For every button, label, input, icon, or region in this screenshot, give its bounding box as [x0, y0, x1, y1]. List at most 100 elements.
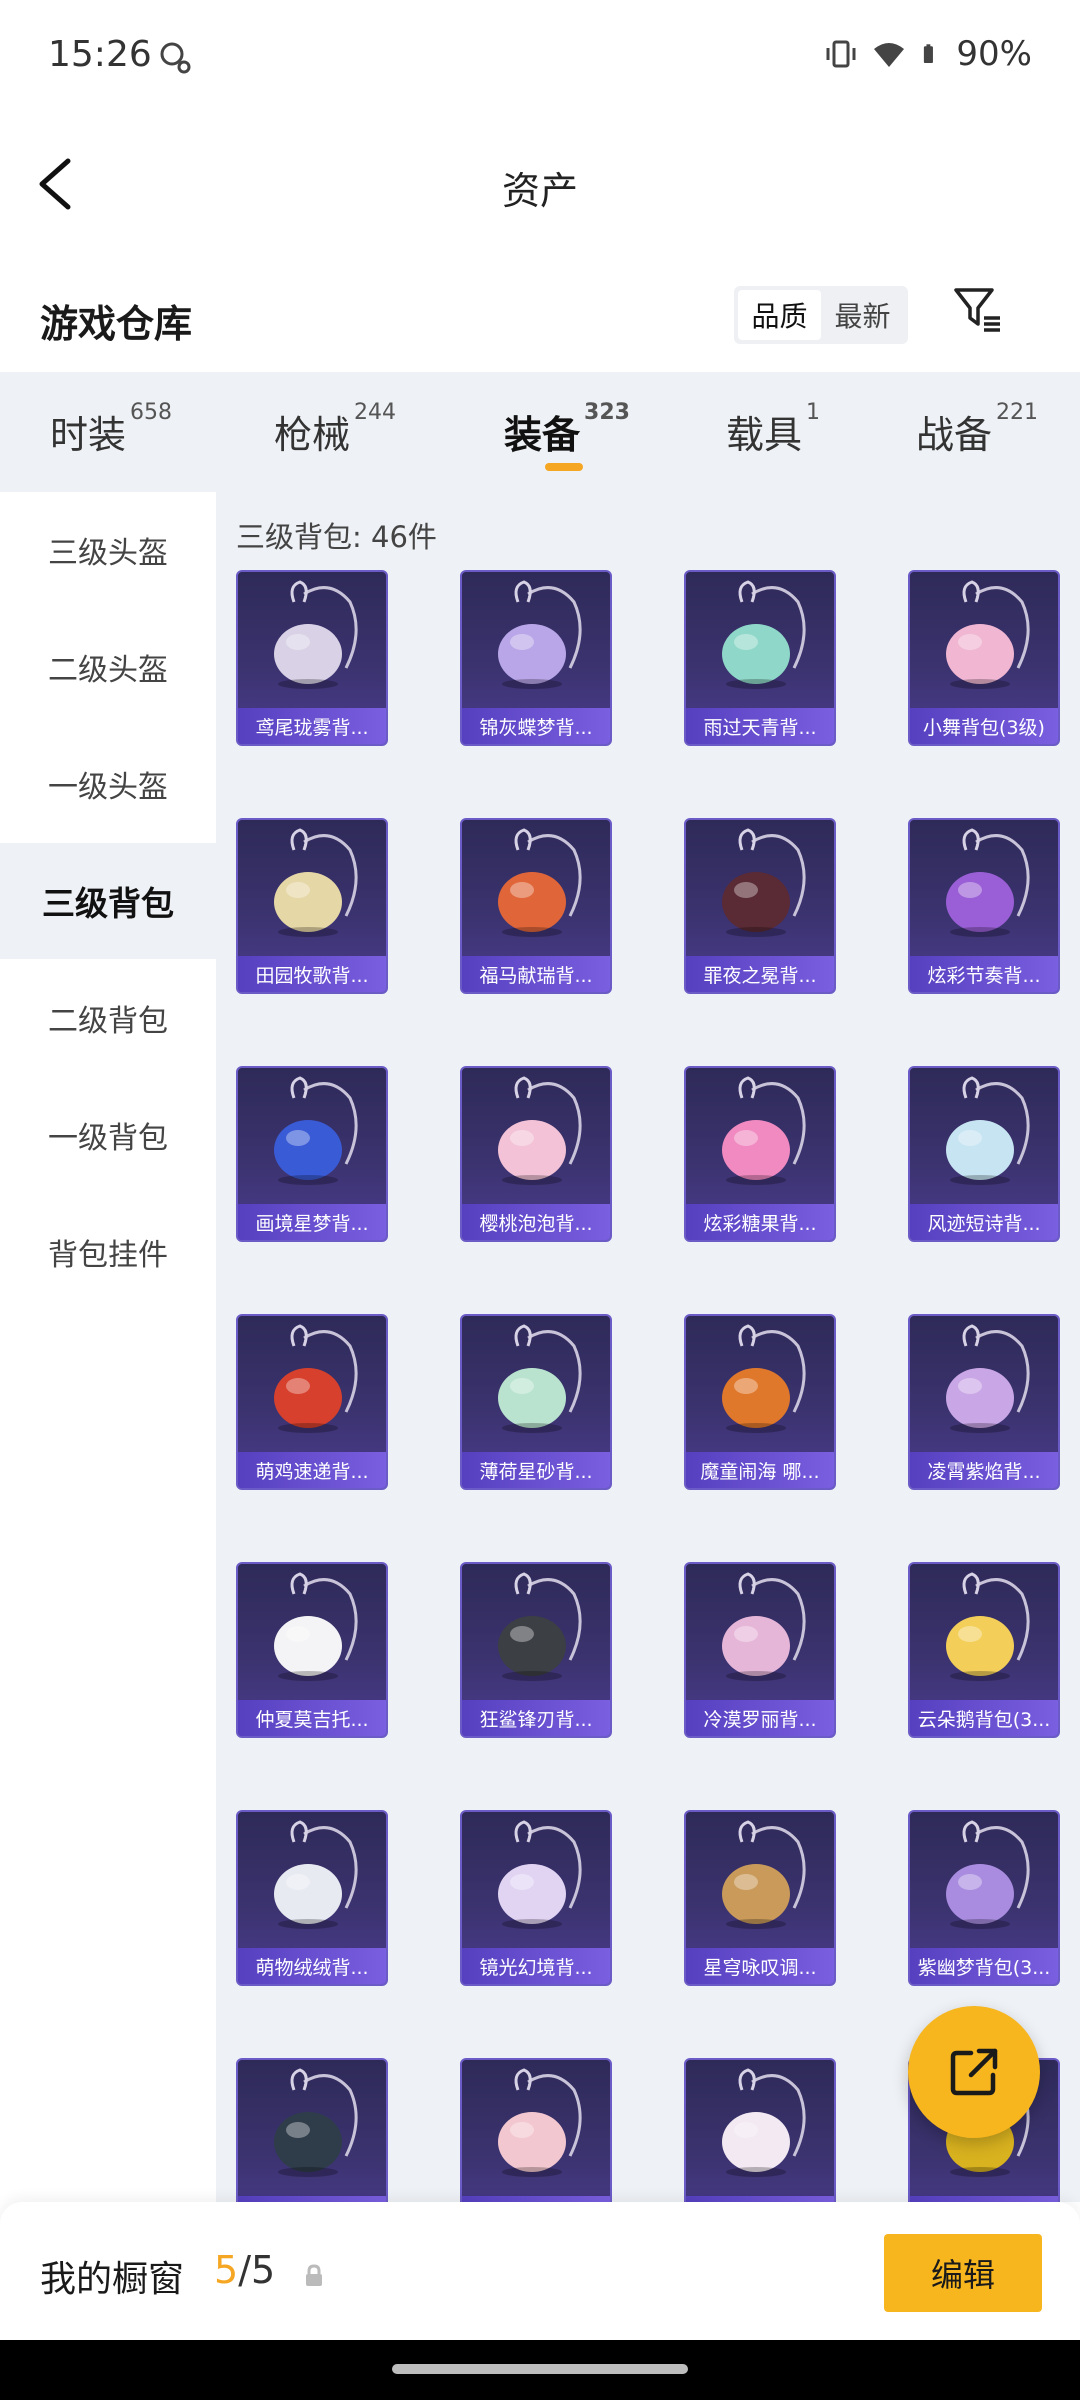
- backpack-image-icon: [722, 1076, 806, 1185]
- sidebar-item-backpack-3[interactable]: 三级背包: [0, 843, 216, 959]
- backpack-name: 鸢尾珑雾背...: [238, 708, 386, 744]
- tab-label: 枪械: [274, 413, 351, 457]
- backpack-name: 风迹短诗背...: [910, 1204, 1058, 1240]
- backpack-name: 冷漠罗丽背...: [686, 1700, 834, 1736]
- backpack-card[interactable]: 福马献瑞背...: [460, 818, 612, 994]
- category-tabs: 时装658 枪械244 装备323 载具1 战备221: [0, 372, 1080, 492]
- backpack-name: 萌物绒绒背...: [238, 1948, 386, 1984]
- backpack-card[interactable]: 仲夏莫吉托...: [236, 1562, 388, 1738]
- backpack-name: 薄荷星砂背...: [462, 1452, 610, 1488]
- backpack-image-icon: [274, 1572, 358, 1681]
- tab-guns[interactable]: 枪械244: [274, 400, 396, 459]
- backpack-name: 炫彩节奏背...: [910, 956, 1058, 992]
- backpack-card[interactable]: 狂鲨锋刃背...: [460, 1562, 612, 1738]
- backpack-card[interactable]: 凌霄紫焰背...: [908, 1314, 1060, 1490]
- backpack-card[interactable]: 风迹短诗背...: [908, 1066, 1060, 1242]
- edit-button[interactable]: 编辑: [884, 2234, 1042, 2312]
- sidebar-item-helmet-3[interactable]: 三级头盔: [0, 492, 216, 608]
- showcase-label: 我的橱窗: [40, 2259, 185, 2300]
- backpack-image-icon: [274, 580, 358, 689]
- backpack-image-icon: [498, 2068, 582, 2177]
- showcase-count: 5/5: [214, 2248, 275, 2292]
- backpack-card[interactable]: 镜光幻境背...: [460, 1810, 612, 1986]
- backpack-name: 福马献瑞背...: [462, 956, 610, 992]
- backpack-image-icon: [274, 1820, 358, 1929]
- backpack-name: 萌鸡速递背...: [238, 1452, 386, 1488]
- backpack-card[interactable]: 锦灰蝶梦背...: [460, 570, 612, 746]
- backpack-card[interactable]: 炫彩糖果背...: [684, 1066, 836, 1242]
- backpack-image-icon: [274, 2068, 358, 2177]
- backpack-card[interactable]: 冷漠罗丽背...: [684, 1562, 836, 1738]
- sort-quality-button[interactable]: 品质: [738, 290, 821, 340]
- backpack-name: 仲夏莫吉托...: [238, 1700, 386, 1736]
- backpack-card[interactable]: [460, 2058, 612, 2202]
- backpack-card[interactable]: 萌鸡速递背...: [236, 1314, 388, 1490]
- backpack-name: 魔童闹海 哪...: [686, 1452, 834, 1488]
- backpack-image-icon: [946, 828, 1030, 937]
- top-bar: 资产: [0, 115, 1080, 250]
- backpack-image-icon: [722, 828, 806, 937]
- backpack-image-icon: [946, 1076, 1030, 1185]
- tab-equipment[interactable]: 装备323: [504, 400, 630, 459]
- tab-label: 战备: [916, 413, 993, 457]
- filter-icon[interactable]: [952, 284, 1004, 336]
- backpack-image-icon: [498, 1076, 582, 1185]
- sort-newest-button[interactable]: 最新: [821, 290, 904, 340]
- backpack-image-icon: [722, 1324, 806, 1433]
- vibrate-icon: [826, 40, 856, 68]
- backpack-card[interactable]: 雨过天青背...: [684, 570, 836, 746]
- tab-fashion[interactable]: 时装658: [50, 400, 172, 459]
- backpack-card[interactable]: 炫彩节奏背...: [908, 818, 1060, 994]
- backpack-image-icon: [274, 1076, 358, 1185]
- backpack-card[interactable]: 薄荷星砂背...: [460, 1314, 612, 1490]
- share-button[interactable]: [908, 2006, 1040, 2138]
- sidebar-item-backpack-2[interactable]: 二级背包: [0, 960, 216, 1076]
- backpack-card[interactable]: 樱桃泡泡背...: [460, 1066, 612, 1242]
- backpack-card[interactable]: 星穹咏叹调...: [684, 1810, 836, 1986]
- backpack-card[interactable]: 罪夜之冕背...: [684, 818, 836, 994]
- sidebar-item-helmet-2[interactable]: 二级头盔: [0, 609, 216, 725]
- backpack-card[interactable]: 魔童闹海 哪...: [684, 1314, 836, 1490]
- backpack-image-icon: [274, 828, 358, 937]
- battery-level: 90%: [956, 34, 1032, 74]
- sort-toggle: 品质 最新: [734, 286, 908, 344]
- battery-icon: [924, 44, 934, 64]
- status-bar: 15:26 90%: [0, 0, 1080, 115]
- backpack-card[interactable]: 鸢尾珑雾背...: [236, 570, 388, 746]
- backpack-name: 星穹咏叹调...: [686, 1948, 834, 1984]
- backpack-name: 云朵鹅背包(3...: [910, 1700, 1058, 1736]
- backpack-card[interactable]: 小舞背包(3级): [908, 570, 1060, 746]
- tab-count: 244: [354, 400, 397, 425]
- backpack-image-icon: [498, 1820, 582, 1929]
- backpack-image-icon: [498, 580, 582, 689]
- showcase-count-current: 5: [214, 2248, 239, 2292]
- backpack-card[interactable]: 画境星梦背...: [236, 1066, 388, 1242]
- sidebar-item-backpack-charm[interactable]: 背包挂件: [0, 1194, 216, 1310]
- share-icon: [950, 2048, 998, 2096]
- sidebar-item-helmet-1[interactable]: 一级头盔: [0, 726, 216, 842]
- tab-count: 658: [130, 400, 173, 425]
- backpack-image-icon: [722, 2068, 806, 2177]
- backpack-image-icon: [274, 1324, 358, 1433]
- backpack-card[interactable]: 云朵鹅背包(3...: [908, 1562, 1060, 1738]
- status-icons: 90%: [824, 34, 1032, 74]
- backpack-name: 小舞背包(3级): [910, 708, 1058, 744]
- item-count-title: 三级背包: 46件: [236, 520, 437, 554]
- sidebar-item-backpack-1[interactable]: 一级背包: [0, 1077, 216, 1193]
- wifi-icon: [874, 43, 905, 67]
- backpack-card[interactable]: 萌物绒绒背...: [236, 1810, 388, 1986]
- backpack-card[interactable]: [684, 2058, 836, 2202]
- home-gesture-bar[interactable]: [392, 2364, 688, 2374]
- active-tab-indicator: [545, 463, 583, 471]
- backpack-name: 凌霄紫焰背...: [910, 1452, 1058, 1488]
- tab-label: 装备: [504, 413, 581, 457]
- tab-supplies[interactable]: 战备221: [916, 400, 1038, 459]
- backpack-card[interactable]: 田园牧歌背...: [236, 818, 388, 994]
- subcategory-sidebar: 三级头盔 二级头盔 一级头盔 三级背包 二级背包 一级背包 背包挂件: [0, 492, 216, 2202]
- tab-vehicles[interactable]: 载具1: [726, 400, 820, 459]
- backpack-card[interactable]: [236, 2058, 388, 2202]
- backpack-image-icon: [722, 1572, 806, 1681]
- backpack-image-icon: [498, 1324, 582, 1433]
- tab-count: 1: [806, 400, 821, 425]
- backpack-card[interactable]: 紫幽梦背包(3...: [908, 1810, 1060, 1986]
